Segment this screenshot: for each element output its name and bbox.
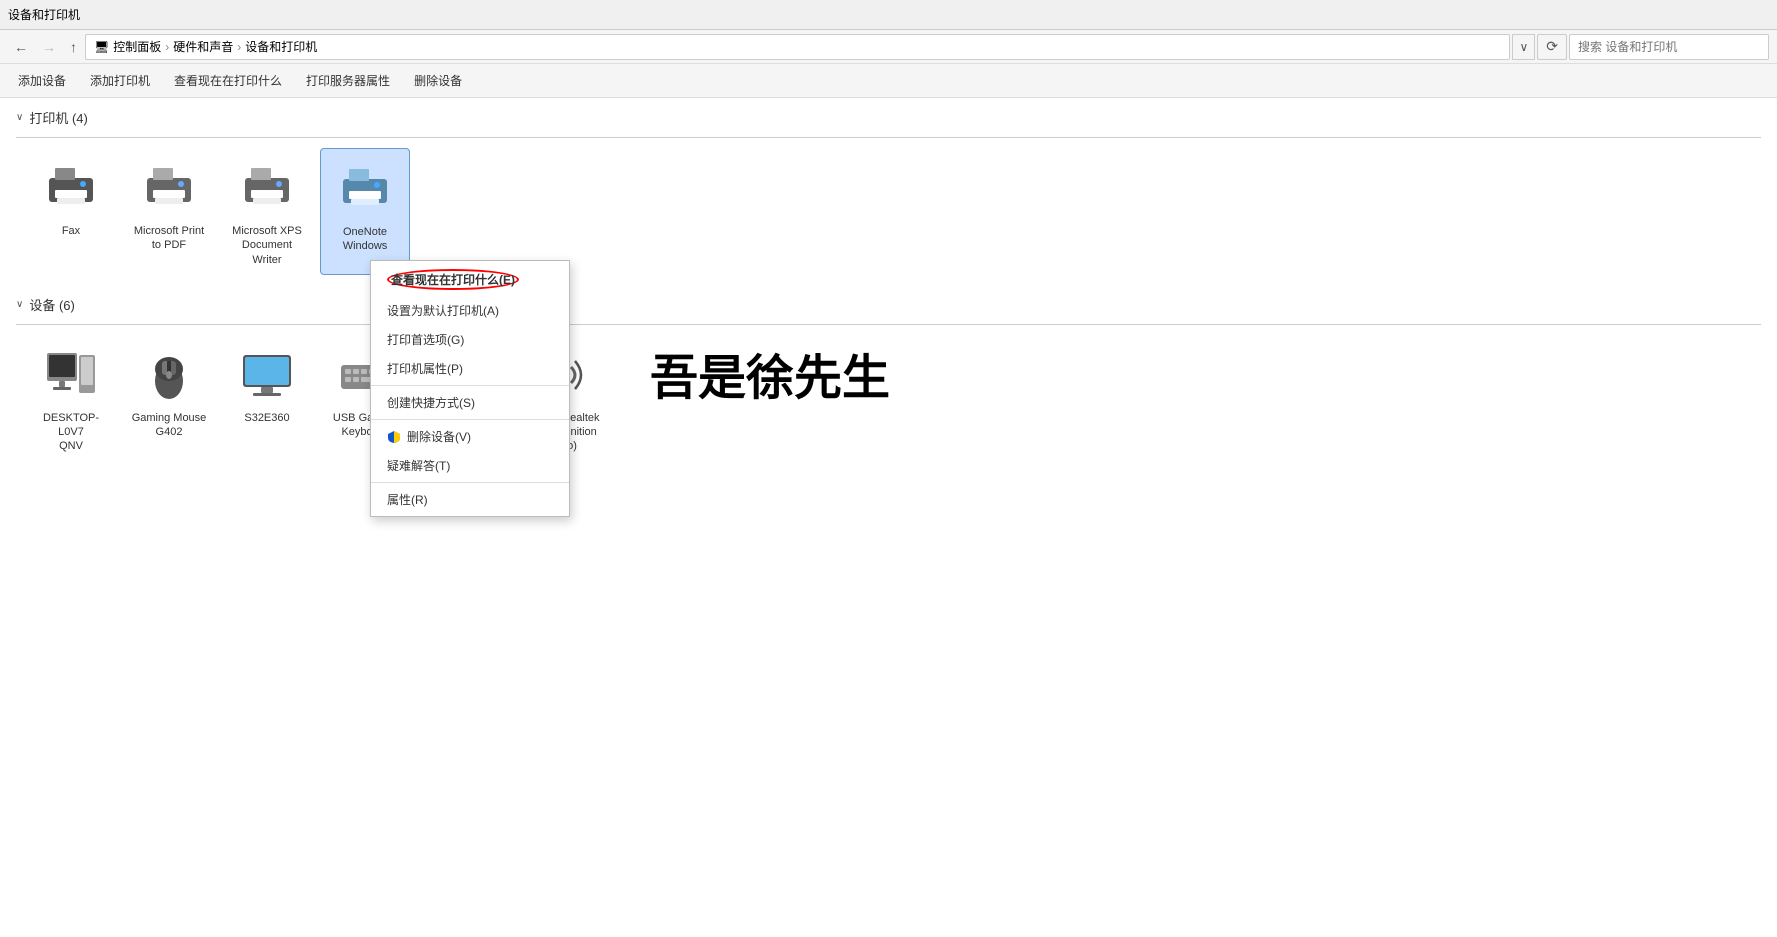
monitor-label: S32E360 — [244, 411, 289, 425]
print-server-button[interactable]: 打印服务器属性 — [296, 68, 400, 93]
up-button[interactable]: ↑ — [64, 35, 83, 59]
add-device-button[interactable]: 添加设备 — [8, 68, 76, 93]
xps-icon — [235, 156, 299, 220]
context-menu-item-remove[interactable]: 删除设备(V) — [371, 422, 569, 451]
devices-section-header[interactable]: ∨ 设备 (6) — [16, 295, 1761, 314]
shield-icon — [387, 430, 401, 444]
back-button[interactable]: ← — [8, 35, 34, 59]
context-menu-item-view-printing[interactable]: 查看现在在打印什么(E) — [371, 263, 569, 296]
mouse-label: Gaming MouseG402 — [132, 411, 207, 440]
device-item-xps[interactable]: Microsoft XPSDocumentWriter — [222, 148, 312, 275]
breadcrumb: 🖥 控制面板 › 硬件和声音 › 设备和打印机 — [85, 34, 1510, 60]
pdf-icon — [137, 156, 201, 220]
troubleshoot-label: 疑难解答(T) — [387, 457, 450, 474]
breadcrumb-chevron[interactable]: ∨ — [1512, 34, 1535, 60]
printers-arrow-icon: ∨ — [16, 112, 23, 123]
device-item-pdf[interactable]: Microsoft Printto PDF — [124, 148, 214, 275]
printers-section-header[interactable]: ∨ 打印机 (4) — [16, 108, 1761, 127]
device-item-monitor[interactable]: S32E360 — [222, 335, 312, 462]
view-printing-button[interactable]: 查看现在在打印什么 — [164, 68, 292, 93]
mouse-icon — [137, 343, 201, 407]
remove-label: 删除设备(V) — [407, 428, 471, 445]
device-item-onenote[interactable]: OneNoteWindows — [320, 148, 410, 275]
device-item-fax[interactable]: Fax — [26, 148, 116, 275]
main-content: ∨ 打印机 (4) Fax — [0, 98, 1777, 492]
add-printer-button[interactable]: 添加打印机 — [80, 68, 160, 93]
set-default-label: 设置为默认打印机(A) — [387, 302, 499, 319]
printers-section-label: 打印机 (4) — [29, 108, 88, 127]
fax-label: Fax — [62, 224, 80, 238]
forward-button[interactable]: → — [36, 35, 62, 59]
printers-divider — [16, 137, 1761, 138]
shortcut-label: 创建快捷方式(S) — [387, 394, 475, 411]
red-circle-icon: 查看现在在打印什么(E) — [387, 269, 519, 290]
nav-bar: ← → ↑ 🖥 控制面板 › 硬件和声音 › 设备和打印机 ∨ ⟳ — [0, 30, 1777, 64]
search-input[interactable] — [1569, 34, 1769, 60]
pdf-label: Microsoft Printto PDF — [134, 224, 204, 253]
context-menu-sep-2 — [371, 419, 569, 420]
watermark-text: 吾是徐先生 — [650, 338, 890, 408]
printer-props-label: 打印机属性(P) — [387, 360, 463, 377]
desktop-icon — [39, 343, 103, 407]
fax-icon — [39, 156, 103, 220]
onenote-label: OneNoteWindows — [343, 225, 388, 254]
toolbar: 添加设备 添加打印机 查看现在在打印什么 打印服务器属性 删除设备 — [0, 64, 1777, 98]
refresh-button[interactable]: ⟳ — [1537, 34, 1567, 60]
breadcrumb-part-1[interactable]: 控制面板 — [113, 38, 161, 55]
print-pref-label: 打印首选项(G) — [387, 331, 464, 348]
remove-device-button[interactable]: 删除设备 — [404, 68, 472, 93]
breadcrumb-part-3[interactable]: 设备和打印机 — [245, 38, 317, 55]
properties-label: 属性(R) — [387, 491, 428, 508]
context-menu-item-printer-props[interactable]: 打印机属性(P) — [371, 354, 569, 383]
context-menu-item-properties[interactable]: 属性(R) — [371, 485, 569, 514]
desktop-label: DESKTOP-L0V7QNV — [32, 411, 110, 454]
xps-label: Microsoft XPSDocumentWriter — [232, 224, 302, 267]
context-menu-sep-3 — [371, 482, 569, 483]
breadcrumb-part-2[interactable]: 硬件和声音 — [173, 38, 233, 55]
devices-arrow-icon: ∨ — [16, 299, 23, 310]
printers-grid: Fax Microsoft Printto PDF — [16, 148, 1761, 275]
breadcrumb-home-icon: 🖥 — [94, 40, 109, 54]
context-menu-item-set-default[interactable]: 设置为默认打印机(A) — [371, 296, 569, 325]
onenote-icon — [333, 157, 397, 221]
title-bar: 设备和打印机 — [0, 0, 1777, 30]
device-item-mouse[interactable]: Gaming MouseG402 — [124, 335, 214, 462]
context-menu-item-print-pref[interactable]: 打印首选项(G) — [371, 325, 569, 354]
context-menu-sep-1 — [371, 385, 569, 386]
context-menu-item-troubleshoot[interactable]: 疑难解答(T) — [371, 451, 569, 480]
device-item-desktop[interactable]: DESKTOP-L0V7QNV — [26, 335, 116, 462]
devices-section-label: 设备 (6) — [29, 295, 75, 314]
context-menu-item-shortcut[interactable]: 创建快捷方式(S) — [371, 388, 569, 417]
monitor-icon — [235, 343, 299, 407]
context-menu: 查看现在在打印什么(E) 设置为默认打印机(A) 打印首选项(G) 打印机属性(… — [370, 260, 570, 517]
title-text: 设备和打印机 — [8, 6, 80, 23]
devices-divider — [16, 324, 1761, 325]
